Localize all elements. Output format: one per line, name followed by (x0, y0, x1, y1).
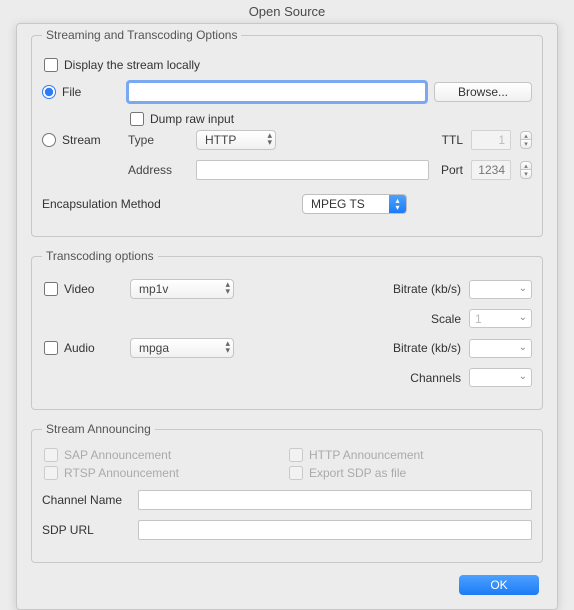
ttl-input[interactable] (471, 130, 511, 150)
audio-bitrate-combo[interactable] (469, 339, 532, 358)
audio-codec-value: mpga (139, 341, 169, 355)
rtsp-checkbox (44, 466, 58, 480)
dialog-sheet: Streaming and Transcoding Options Displa… (16, 23, 558, 610)
stream-announcing-legend: Stream Announcing (42, 422, 155, 436)
audio-bitrate-label: Bitrate (kb/s) (393, 341, 461, 355)
address-label: Address (128, 163, 188, 177)
video-codec-select[interactable]: mp1v (130, 279, 234, 299)
transcoding-legend: Transcoding options (42, 249, 158, 263)
dump-raw-row: Dump raw input (128, 112, 532, 126)
transcoding-fieldset: Transcoding options Video mp1v Bitrate (… (31, 249, 543, 410)
video-label: Video (64, 282, 94, 296)
encapsulation-select[interactable]: MPEG TS ▴▾ (302, 194, 407, 214)
stream-announcing-fieldset: Stream Announcing SAP Announcement HTTP … (31, 422, 543, 563)
streaming-transcoding-fieldset: Streaming and Transcoding Options Displa… (31, 28, 543, 237)
caret-icon (225, 340, 230, 354)
video-bitrate-label: Bitrate (kb/s) (393, 282, 461, 296)
encapsulation-row: Encapsulation Method MPEG TS ▴▾ (42, 194, 532, 214)
channels-label: Channels (410, 371, 461, 385)
audio-channels-row: Channels (42, 368, 532, 387)
channel-name-label: Channel Name (42, 493, 130, 507)
export-sdp-label: Export SDP as file (309, 466, 406, 480)
dialog-footer: OK (31, 575, 543, 595)
type-value: HTTP (205, 133, 236, 147)
window-title: Open Source (0, 0, 574, 21)
display-locally-row: Display the stream locally (42, 58, 532, 72)
announce-grid: SAP Announcement HTTP Announcement RTSP … (42, 448, 532, 480)
display-locally-label: Display the stream locally (64, 58, 200, 72)
video-scale-row: Scale 1 (42, 309, 532, 328)
type-label: Type (128, 133, 188, 147)
file-row: File Browse... (42, 82, 532, 102)
sdp-url-row: SDP URL (42, 520, 532, 540)
encapsulation-value: MPEG TS (303, 197, 389, 211)
dump-raw-checkbox[interactable] (130, 112, 144, 126)
scale-combo[interactable]: 1 (469, 309, 532, 328)
file-path-input[interactable] (128, 82, 426, 102)
display-locally-checkbox[interactable] (44, 58, 58, 72)
audio-label: Audio (64, 341, 95, 355)
address-input[interactable] (196, 160, 429, 180)
port-label: Port (441, 163, 463, 177)
encapsulation-label: Encapsulation Method (42, 197, 161, 211)
http-announce-checkbox (289, 448, 303, 462)
streaming-transcoding-legend: Streaming and Transcoding Options (42, 28, 241, 42)
port-input[interactable] (471, 160, 511, 180)
ttl-label: TTL (442, 133, 463, 147)
ok-button[interactable]: OK (459, 575, 539, 595)
video-bitrate-combo[interactable] (469, 280, 532, 299)
sap-checkbox (44, 448, 58, 462)
stream-radio[interactable] (42, 133, 56, 147)
audio-row: Audio mpga Bitrate (kb/s) (42, 338, 532, 358)
audio-checkbox[interactable] (44, 341, 58, 355)
http-announce-label: HTTP Announcement (309, 448, 424, 462)
stream-radio-label: Stream (62, 133, 101, 147)
channel-name-input[interactable] (138, 490, 532, 510)
scale-value: 1 (475, 312, 482, 326)
sdp-url-label: SDP URL (42, 523, 130, 537)
type-select[interactable]: HTTP (196, 130, 276, 150)
rtsp-label: RTSP Announcement (64, 466, 179, 480)
ttl-stepper[interactable]: ▴▾ (520, 131, 532, 149)
scale-label: Scale (431, 312, 461, 326)
audio-codec-select[interactable]: mpga (130, 338, 234, 358)
video-checkbox[interactable] (44, 282, 58, 296)
video-row: Video mp1v Bitrate (kb/s) (42, 279, 532, 299)
stream-type-row: Stream Type HTTP TTL ▴▾ (42, 130, 532, 150)
export-sdp-checkbox (289, 466, 303, 480)
sap-label: SAP Announcement (64, 448, 171, 462)
caret-icon (267, 132, 272, 146)
browse-button[interactable]: Browse... (434, 82, 532, 102)
video-codec-value: mp1v (139, 282, 168, 296)
channel-name-row: Channel Name (42, 490, 532, 510)
dump-raw-label: Dump raw input (150, 112, 234, 126)
file-radio[interactable] (42, 85, 56, 99)
port-stepper[interactable]: ▴▾ (520, 161, 532, 179)
sdp-url-input[interactable] (138, 520, 532, 540)
stream-address-row: Address Port ▴▾ (128, 160, 532, 180)
channels-combo[interactable] (469, 368, 532, 387)
caret-icon: ▴▾ (389, 195, 406, 213)
caret-icon (225, 281, 230, 295)
file-radio-label: File (62, 85, 81, 99)
